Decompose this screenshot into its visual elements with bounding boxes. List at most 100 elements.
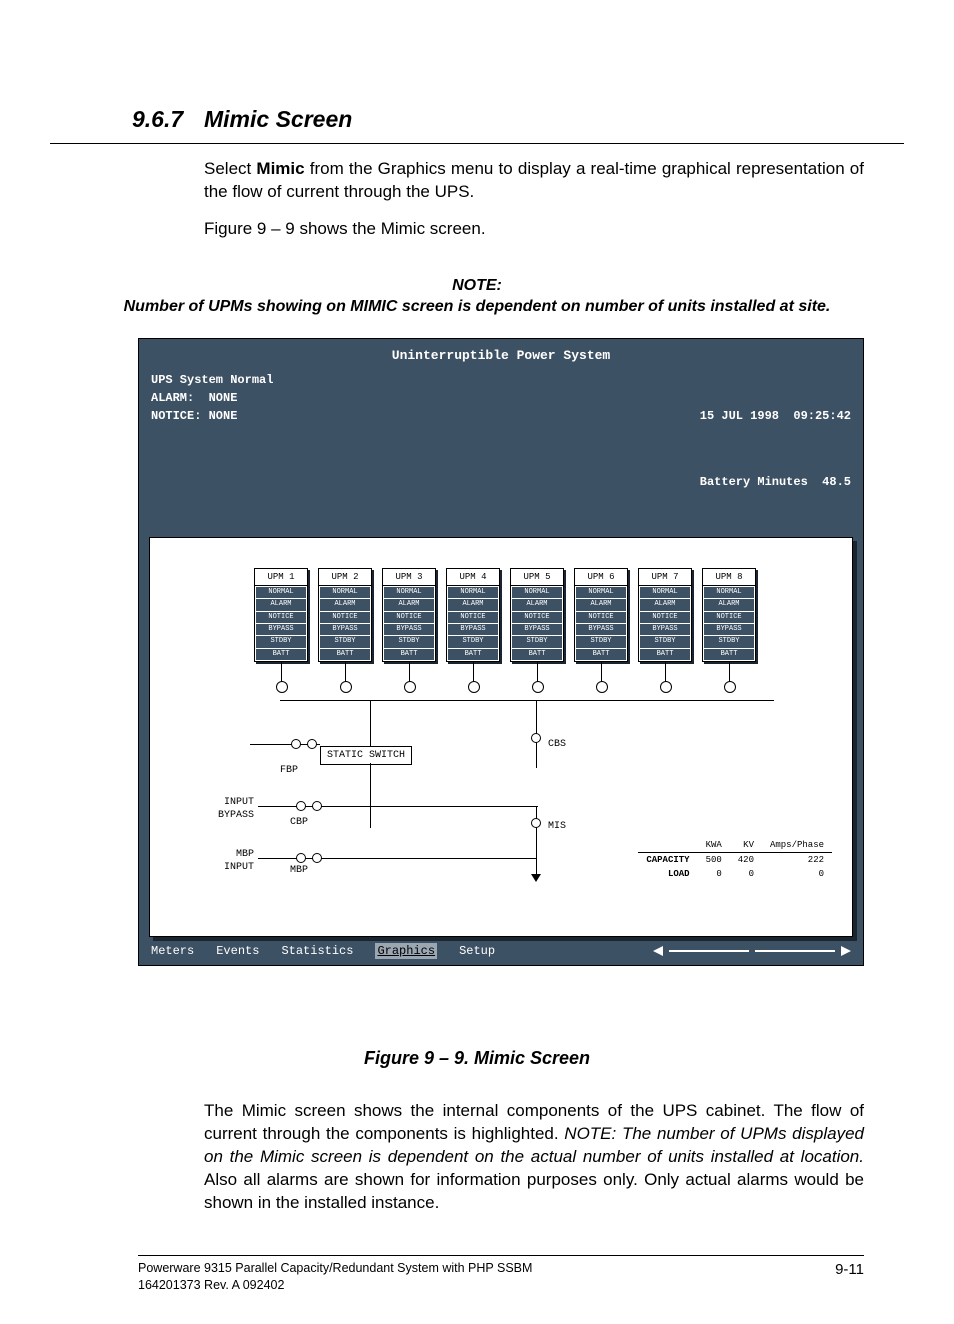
menu-item-graphics[interactable]: Graphics bbox=[375, 943, 437, 959]
upm-title: UPM 3 bbox=[383, 569, 435, 586]
upm-status-cell: BATT bbox=[448, 649, 498, 660]
upm-status-cell: BATT bbox=[256, 649, 306, 660]
upm-row: UPM 1NORMALALARMNOTICEBYPASSSTDBYBATTUPM… bbox=[254, 568, 828, 663]
upm-status-cell: ALARM bbox=[512, 599, 562, 610]
menu-bar: Meters Events Statistics Graphics Setup bbox=[139, 941, 863, 965]
upm-module: UPM 7NORMALALARMNOTICEBYPASSSTDBYBATT bbox=[638, 568, 692, 663]
status-left: UPS System Normal ALARM: NONE NOTICE: NO… bbox=[151, 371, 273, 527]
cbp-node-icon bbox=[312, 801, 322, 811]
upm-status-cell: ALARM bbox=[704, 599, 754, 610]
upm-status-cell: NOTICE bbox=[320, 612, 370, 623]
upm-status-cell: NORMAL bbox=[384, 587, 434, 598]
upm-status-cell: BYPASS bbox=[576, 624, 626, 635]
upm-status-cell: BYPASS bbox=[256, 624, 306, 635]
nav-left-arrow-icon[interactable] bbox=[653, 946, 663, 956]
section-heading: 9.6.7Mimic Screen bbox=[50, 90, 904, 143]
upm-module: UPM 4NORMALALARM NOTICEBYPASSSTDBY BATT bbox=[446, 568, 500, 663]
mbp-input-label: MBP INPUT bbox=[186, 848, 254, 875]
heading-underline bbox=[50, 143, 904, 144]
closing-block: The Mimic screen shows the internal comp… bbox=[50, 1100, 904, 1215]
upm-status-cell: ALARM bbox=[448, 599, 498, 610]
upm-status-cell: NORMAL bbox=[256, 587, 306, 598]
upm-status-cell: BYPASS bbox=[640, 624, 690, 635]
upm-status-cell: BATT bbox=[640, 649, 690, 660]
screen-title: Uninterruptible Power System bbox=[139, 339, 863, 371]
upm-status-cell: STDBY bbox=[320, 636, 370, 647]
upm-status-cell: STDBY bbox=[512, 636, 562, 647]
menu-item-meters[interactable]: Meters bbox=[151, 943, 194, 959]
upm-title: UPM 4 bbox=[447, 569, 499, 586]
upm-status-cell: ALARM bbox=[384, 599, 434, 610]
upm-status-cell: NORMAL bbox=[576, 587, 626, 598]
upm-status-cell: STDBY bbox=[448, 636, 498, 647]
upm-status-cell: BATT bbox=[576, 649, 626, 660]
cbs-node-icon bbox=[531, 733, 541, 743]
upm-status-cell: BYPASS bbox=[384, 624, 434, 635]
fbp-node-icon bbox=[291, 739, 301, 749]
upm-status-cell: STDBY bbox=[256, 636, 306, 647]
upm-status-cell: STDBY bbox=[640, 636, 690, 647]
upm-module: UPM 3NORMALALARMNOTICEBYPASSSTDBYBATT bbox=[382, 568, 436, 663]
upm-module: UPM 8NORMALALARMNOTICEBYPASSSTDBYBATT bbox=[702, 568, 756, 663]
menu-item-statistics[interactable]: Statistics bbox=[281, 943, 353, 959]
status-right: 15 JUL 1998 09:25:42 Battery Minutes 48.… bbox=[700, 371, 851, 527]
note-text: Number of UPMs showing on MIMIC screen i… bbox=[90, 296, 864, 318]
upm-module: UPM 1NORMALALARMNOTICEBYPASSSTDBYBATT bbox=[254, 568, 308, 663]
upm-status-cell: NORMAL bbox=[704, 587, 754, 598]
page-number: 9-11 bbox=[835, 1260, 864, 1294]
menu-item-events[interactable]: Events bbox=[216, 943, 259, 959]
cbp-label: CBP bbox=[290, 816, 308, 830]
upm-status-cell: BYPASS bbox=[320, 624, 370, 635]
upm-status-cell: NORMAL bbox=[320, 587, 370, 598]
upm-title: UPM 2 bbox=[319, 569, 371, 586]
output-arrow-icon bbox=[531, 874, 541, 882]
upm-module: UPM 5NORMALALARMNOTICEBYPASSSTDBYBATT bbox=[510, 568, 564, 663]
upm-status-cell: NOTICE bbox=[384, 612, 434, 623]
menu-item-setup[interactable]: Setup bbox=[459, 943, 495, 959]
static-switch-box: STATIC SWITCH bbox=[320, 746, 412, 766]
note-label: NOTE: bbox=[90, 275, 864, 297]
fbp-label: FBP bbox=[280, 764, 298, 778]
nav-right-arrow-icon[interactable] bbox=[841, 946, 851, 956]
screen-status: UPS System Normal ALARM: NONE NOTICE: NO… bbox=[139, 371, 863, 533]
upm-status-cell: ALARM bbox=[256, 599, 306, 610]
upm-status-cell: NORMAL bbox=[448, 587, 498, 598]
mimic-diagram: UPM 1NORMALALARMNOTICEBYPASSSTDBYBATTUPM… bbox=[149, 537, 853, 937]
upm-status-cell: NOTICE bbox=[256, 612, 306, 623]
section-number: 9.6.7 bbox=[132, 104, 204, 135]
upm-status-cell: NOTICE bbox=[576, 612, 626, 623]
upm-status-cell: NOTICE bbox=[704, 612, 754, 623]
upm-status-cell: BYPASS bbox=[448, 624, 498, 635]
upm-module: UPM 6NORMALALARMNOTICEBYPASSSTDBYBATT bbox=[574, 568, 628, 663]
upm-status-cell: NOTICE bbox=[512, 612, 562, 623]
upm-status-cell: ALARM bbox=[576, 599, 626, 610]
upm-bus-line bbox=[280, 700, 774, 701]
upm-status-cell: BYPASS bbox=[512, 624, 562, 635]
nav-arrows[interactable] bbox=[653, 946, 851, 956]
upm-status-cell: NORMAL bbox=[640, 587, 690, 598]
section-title: Mimic Screen bbox=[204, 106, 352, 132]
upm-title: UPM 6 bbox=[575, 569, 627, 586]
upm-module: UPM 2NORMALALARM NOTICEBYPASSSTDBY BATT bbox=[318, 568, 372, 663]
upm-status-cell: BATT bbox=[512, 649, 562, 660]
cbs-label: CBS bbox=[548, 738, 566, 752]
figure-caption: Figure 9 – 9. Mimic Screen bbox=[50, 1046, 904, 1070]
mbp-node-icon bbox=[312, 853, 322, 863]
closing-p1: The Mimic screen shows the internal comp… bbox=[204, 1100, 864, 1215]
mis-node-icon bbox=[531, 818, 541, 828]
capacity-table: KWAKVAmps/PhaseCAPACITY500420222LOAD000 bbox=[638, 838, 832, 881]
upm-status-cell: NORMAL bbox=[512, 587, 562, 598]
fbp-node-icon bbox=[307, 739, 317, 749]
intro-p2: Figure 9 – 9 shows the Mimic screen. bbox=[204, 218, 864, 241]
figure-frame: Uninterruptible Power System UPS System … bbox=[138, 338, 864, 966]
upm-status-cell: BATT bbox=[704, 649, 754, 660]
upm-status-cell: ALARM bbox=[640, 599, 690, 610]
upm-status-cell: STDBY bbox=[384, 636, 434, 647]
upm-status-cell: ALARM bbox=[320, 599, 370, 610]
footer-left: Powerware 9315 Parallel Capacity/Redunda… bbox=[138, 1260, 532, 1294]
intro-p1: Select Mimic from the Graphics menu to d… bbox=[204, 158, 864, 204]
page-footer: Powerware 9315 Parallel Capacity/Redunda… bbox=[50, 1256, 904, 1294]
intro-block: Select Mimic from the Graphics menu to d… bbox=[50, 158, 904, 241]
upm-status-cell: NOTICE bbox=[448, 612, 498, 623]
upm-status-cell: BATT bbox=[320, 649, 370, 660]
